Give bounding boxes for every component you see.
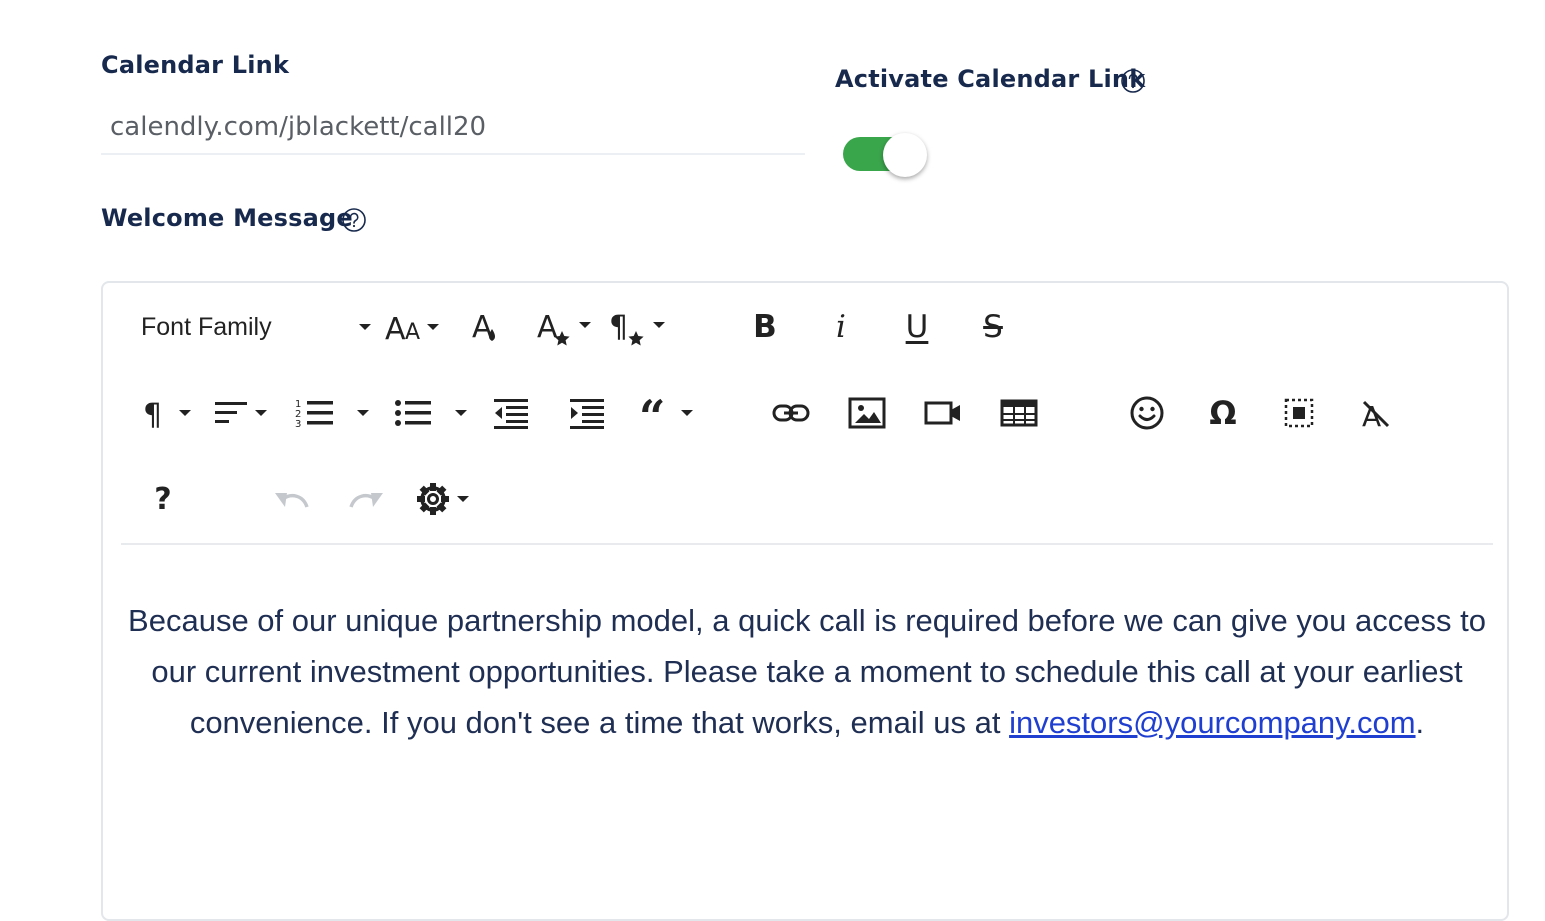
clear-formatting-icon: A bbox=[1362, 400, 1390, 433]
insert-video-button[interactable] bbox=[921, 391, 965, 435]
insert-table-button[interactable] bbox=[997, 391, 1041, 435]
undo-icon bbox=[275, 493, 309, 508]
activate-calendar-toggle[interactable] bbox=[843, 133, 927, 177]
underline-button[interactable]: U bbox=[897, 305, 937, 349]
rich-text-editor: Font Family A A A A ¶ B i U S ¶ 1 2 3 “ … bbox=[101, 281, 1509, 921]
toggle-knob bbox=[883, 133, 927, 177]
strikethrough-icon: S bbox=[983, 309, 1003, 345]
ordered-list-button[interactable]: 1 2 3 bbox=[295, 391, 371, 435]
italic-icon: i bbox=[836, 309, 846, 345]
inline-style-button[interactable]: A bbox=[535, 305, 597, 349]
outdent-button[interactable] bbox=[491, 391, 531, 435]
video-icon bbox=[924, 401, 960, 425]
link-icon bbox=[772, 404, 810, 422]
chevron-down-icon bbox=[359, 324, 371, 330]
table-icon bbox=[1000, 399, 1038, 427]
select-all-button[interactable] bbox=[1277, 391, 1321, 435]
text-color-icon: A bbox=[472, 310, 495, 345]
font-size-button[interactable]: A A bbox=[383, 305, 445, 349]
select-all-icon bbox=[1284, 398, 1314, 428]
activate-calendar-link-label: Activate Calendar Link bbox=[835, 65, 1146, 93]
email-link[interactable]: investors@yourcompany.com bbox=[1009, 705, 1415, 740]
svg-text:A: A bbox=[405, 320, 420, 345]
insert-link-button[interactable] bbox=[769, 391, 813, 435]
font-size-icon: A A bbox=[385, 312, 439, 347]
outdent-icon bbox=[494, 399, 528, 429]
redo-icon bbox=[349, 493, 383, 508]
ordered-list-icon: 1 2 3 bbox=[295, 399, 369, 430]
bold-icon: B bbox=[753, 309, 777, 345]
svg-text:A: A bbox=[385, 312, 406, 347]
smiley-icon bbox=[1130, 396, 1164, 430]
text-color-button[interactable]: A bbox=[469, 305, 505, 349]
align-button[interactable] bbox=[213, 391, 273, 435]
unordered-list-icon bbox=[395, 400, 467, 426]
quote-button[interactable]: “ bbox=[639, 391, 699, 435]
question-circle-icon[interactable] bbox=[341, 207, 367, 233]
settings-button[interactable] bbox=[415, 477, 477, 521]
strikethrough-button[interactable]: S bbox=[973, 305, 1013, 349]
inline-style-icon: A bbox=[537, 310, 591, 346]
svg-text:“: “ bbox=[639, 393, 665, 433]
indent-button[interactable] bbox=[567, 391, 607, 435]
svg-text:¶: ¶ bbox=[609, 310, 628, 345]
emoticons-button[interactable] bbox=[1125, 391, 1169, 435]
image-icon bbox=[848, 397, 886, 429]
omega-icon: Ω bbox=[1209, 394, 1237, 432]
bold-button[interactable]: B bbox=[745, 305, 785, 349]
special-characters-button[interactable]: Ω bbox=[1201, 391, 1245, 435]
question-circle-icon[interactable] bbox=[1120, 68, 1146, 94]
paragraph-format-button[interactable]: ¶ bbox=[141, 391, 197, 435]
help-button[interactable]: ? bbox=[143, 477, 183, 521]
clear-formatting-button[interactable]: A bbox=[1353, 391, 1397, 435]
quote-icon: “ bbox=[639, 393, 693, 433]
svg-text:¶: ¶ bbox=[143, 398, 162, 433]
paragraph-style-button[interactable]: ¶ bbox=[609, 305, 671, 349]
paragraph-style-icon: ¶ bbox=[609, 310, 665, 346]
gear-icon bbox=[417, 483, 469, 515]
message-end: . bbox=[1415, 705, 1425, 740]
message-content[interactable]: Because of our unique partnership model,… bbox=[123, 595, 1491, 748]
font-family-dropdown[interactable]: Font Family bbox=[141, 305, 371, 349]
insert-image-button[interactable] bbox=[845, 391, 889, 435]
indent-icon bbox=[570, 399, 604, 429]
help-question-icon: ? bbox=[154, 481, 172, 517]
calendar-link-label: Calendar Link bbox=[101, 51, 290, 79]
calendar-link-input[interactable] bbox=[101, 101, 805, 155]
font-family-label: Font Family bbox=[141, 312, 272, 341]
undo-button[interactable] bbox=[269, 477, 313, 521]
redo-button[interactable] bbox=[345, 477, 389, 521]
welcome-message-label: Welcome Message bbox=[101, 204, 353, 232]
unordered-list-button[interactable] bbox=[393, 391, 471, 435]
svg-text:A: A bbox=[472, 310, 493, 345]
toolbar-divider bbox=[121, 543, 1493, 545]
italic-button[interactable]: i bbox=[821, 305, 861, 349]
align-left-icon bbox=[215, 402, 267, 423]
svg-text:A: A bbox=[537, 310, 558, 345]
paragraph-icon: ¶ bbox=[143, 398, 191, 433]
underline-icon: U bbox=[905, 309, 929, 345]
svg-text:3: 3 bbox=[295, 419, 301, 430]
